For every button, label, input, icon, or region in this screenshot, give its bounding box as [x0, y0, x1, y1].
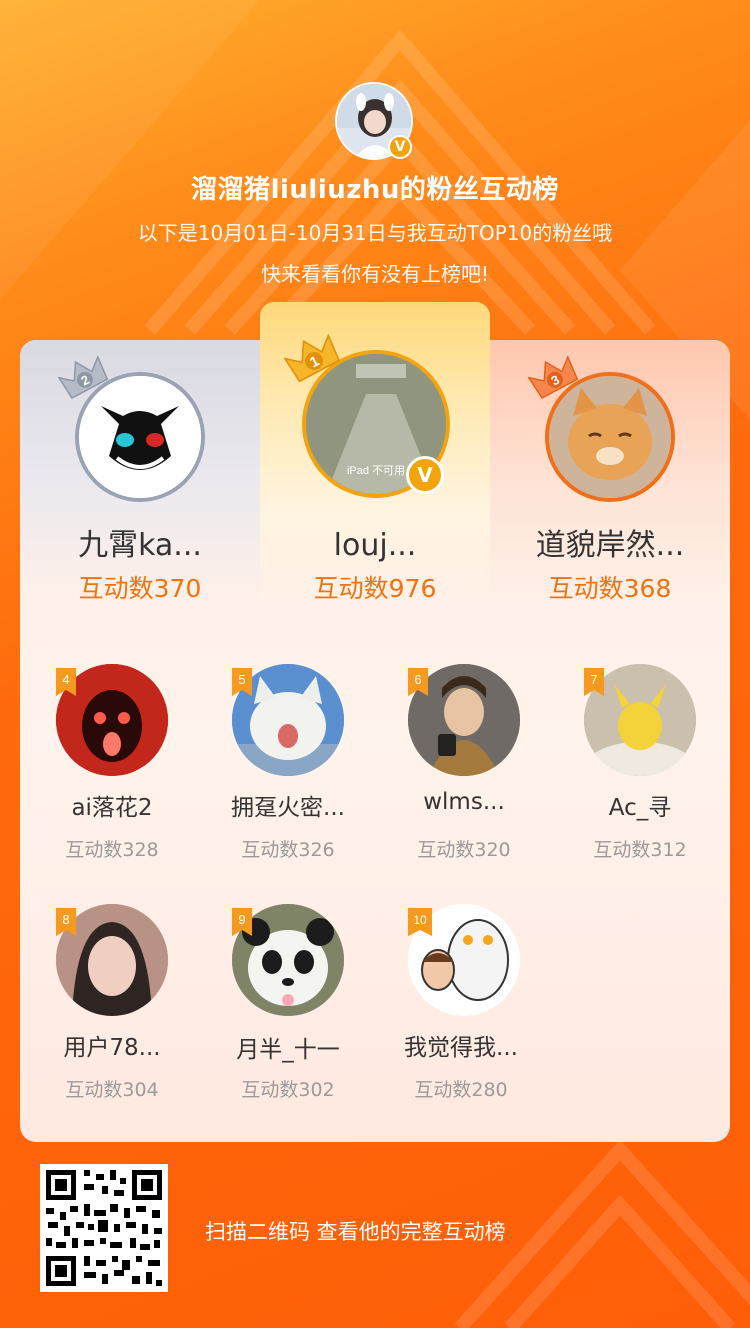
qr-code[interactable] — [40, 1164, 168, 1292]
svg-text:7: 7 — [590, 672, 597, 687]
rank-flag-icon: 7 — [584, 668, 604, 696]
rank-2-count: 互动数370 — [78, 574, 202, 603]
share-poster: V 溜溜猪liuliuzhu的粉丝互动榜 以下是10月01日-10月31日与我互… — [0, 0, 750, 1328]
crown-icon: 2 — [58, 355, 109, 399]
rank-flag-icon: 4 — [56, 668, 76, 696]
rank-10-count: 互动数280 — [414, 1079, 508, 1101]
svg-text:10: 10 — [413, 913, 427, 927]
page-title: 溜溜猪liuliuzhu的粉丝互动榜 — [191, 175, 559, 205]
qr-instruction-text: 扫描二维码 查看他的完整互动榜 — [205, 1220, 506, 1244]
rank-4-count: 互动数328 — [65, 839, 159, 861]
svg-text:6: 6 — [414, 672, 421, 687]
rank-4-name: ai落花2 — [71, 795, 153, 821]
svg-text:iPad 不可用: iPad 不可用 — [347, 465, 405, 477]
rank-6-name: wlms... — [423, 789, 505, 815]
rank-5-name: 拥趸火密... — [231, 795, 345, 821]
svg-text:4: 4 — [62, 672, 69, 687]
rank-1-count: 互动数976 — [313, 574, 437, 603]
verified-icon: V — [388, 135, 412, 159]
rank-flag-icon: 5 — [232, 668, 252, 696]
svg-text:9: 9 — [238, 912, 245, 927]
svg-text:5: 5 — [238, 672, 245, 687]
rank-3-name: 道貌岸然... — [535, 528, 685, 563]
subtitle-date-range: 以下是10月01日-10月31日与我互动TOP10的粉丝哦 — [137, 221, 613, 245]
verified-icon: V — [406, 456, 444, 494]
svg-text:8: 8 — [62, 912, 69, 927]
rank-flag-icon: 10 — [408, 908, 432, 936]
rank-5-count: 互动数326 — [241, 839, 335, 861]
rank-1-name: louj... — [333, 528, 417, 563]
rank-7-name: Ac_寻 — [608, 795, 672, 821]
rank-9-name: 月半_十一 — [236, 1037, 340, 1063]
rank-8-name: 用户78... — [63, 1035, 161, 1061]
rank-9-count: 互动数302 — [241, 1079, 335, 1101]
rank-flag-icon: 9 — [232, 908, 252, 936]
rank-flag-icon: 8 — [56, 908, 76, 936]
subtitle-prompt: 快来看看你有没有上榜吧! — [260, 262, 490, 286]
rank-3-count: 互动数368 — [548, 574, 672, 603]
crown-icon: 3 — [528, 355, 579, 399]
rank-2-name: 九霄ka... — [78, 528, 202, 563]
rank-6-count: 互动数320 — [417, 839, 511, 861]
rank-8-count: 互动数304 — [65, 1079, 159, 1101]
rank-7-count: 互动数312 — [593, 839, 687, 861]
crown-icon: 1 — [284, 333, 341, 383]
rank-10-name: 我觉得我... — [404, 1035, 518, 1061]
rank-flag-icon: 6 — [408, 668, 428, 696]
